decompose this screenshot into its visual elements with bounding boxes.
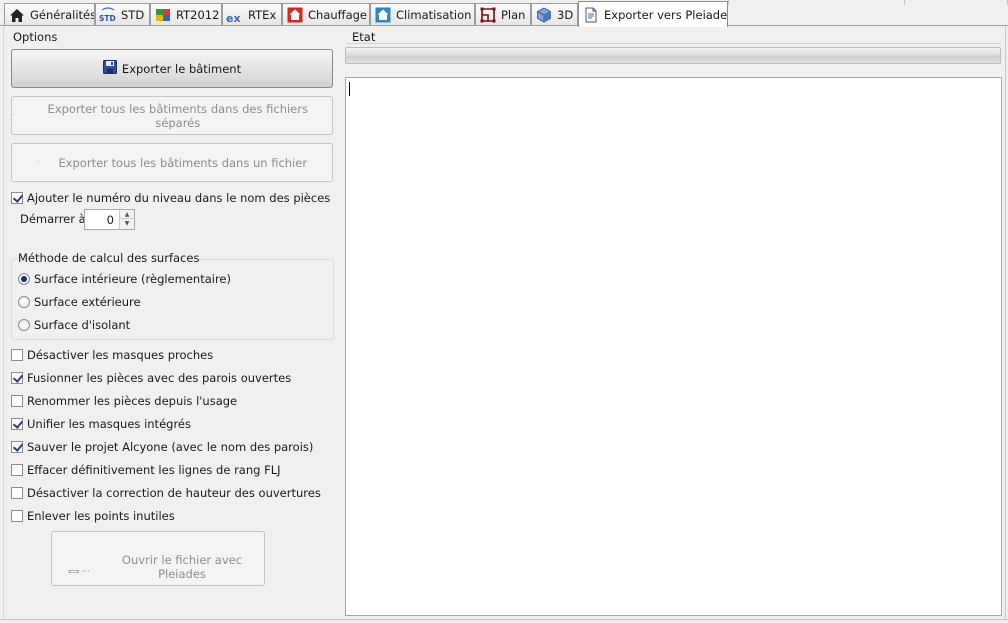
panel-left-edge bbox=[3, 26, 4, 620]
start-at-label: Démarrer à bbox=[20, 212, 86, 226]
tab-chauffage[interactable]: Chauffage bbox=[282, 3, 370, 26]
spin-down-arrow-icon[interactable]: ▼ bbox=[120, 219, 134, 228]
rt2012-icon bbox=[154, 7, 172, 23]
rtex-icon: ex bbox=[226, 7, 244, 23]
options-title: Options bbox=[13, 30, 58, 44]
checkbox[interactable] bbox=[11, 349, 23, 361]
radio-button[interactable] bbox=[18, 319, 30, 331]
tab-label: Exporter vers Pleiades bbox=[604, 7, 728, 22]
rtex-icon-text: ex bbox=[226, 12, 241, 23]
radio-label: Surface extérieure bbox=[34, 295, 141, 309]
radio-surface-isolant[interactable]: Surface d'isolant bbox=[18, 317, 130, 333]
plan-icon bbox=[479, 7, 497, 23]
add-level-number-row[interactable]: Ajouter le numéro du niveau dans le nom … bbox=[11, 190, 330, 206]
option-enlever-points-inutiles[interactable]: Enlever les points inutiles bbox=[11, 508, 175, 524]
option-renommer-pieces[interactable]: Renommer les pièces depuis l'usage bbox=[11, 393, 237, 409]
checkbox-label: Unifier les masques intégrés bbox=[27, 417, 191, 431]
radio-surface-exterieure[interactable]: Surface extérieure bbox=[18, 294, 141, 310]
checkbox-label: Fusionner les pièces avec des parois ouv… bbox=[27, 371, 292, 385]
checkbox[interactable] bbox=[11, 418, 23, 430]
checkbox-label: Effacer définitivement les lignes de ran… bbox=[27, 463, 281, 477]
radio-button[interactable] bbox=[18, 296, 30, 308]
tab-bar-edge bbox=[728, 0, 1008, 5]
tab-label: RT2012 bbox=[176, 8, 220, 22]
surface-method-title: Méthode de calcul des surfaces bbox=[18, 251, 200, 265]
export-progress-bar bbox=[345, 47, 1001, 64]
checkbox-label: Renommer les pièces depuis l'usage bbox=[27, 394, 238, 408]
export-building-label: Exporter le bâtiment bbox=[121, 61, 242, 76]
tab-label: Chauffage bbox=[308, 8, 367, 22]
option-effacer-lignes-flj[interactable]: Effacer définitivement les lignes de ran… bbox=[11, 462, 281, 478]
status-divider bbox=[346, 43, 1002, 44]
export-single-icon: · bbox=[36, 158, 40, 167]
tab-3d[interactable]: 3D bbox=[531, 3, 578, 26]
tab-label: 3D bbox=[557, 8, 574, 22]
option-desactiver-masques-proches[interactable]: Désactiver les masques proches bbox=[11, 347, 213, 363]
open-with-pleiades-label: Ouvrir le fichier avec Pleiades bbox=[121, 553, 243, 581]
export-all-separate-label: Exporter tous les bâtiments dans des fic… bbox=[47, 101, 308, 130]
status-title: Etat bbox=[352, 30, 376, 44]
option-unifier-masques[interactable]: Unifier les masques intégrés bbox=[11, 416, 191, 432]
panel-right-edge bbox=[1005, 26, 1006, 620]
radio-label: Surface d'isolant bbox=[34, 318, 131, 332]
export-multi-icon: · bbox=[12, 111, 15, 120]
spin-up-arrow-icon[interactable]: ▲ bbox=[120, 210, 134, 219]
home-icon bbox=[8, 7, 26, 23]
checkbox[interactable] bbox=[11, 441, 23, 453]
tab-plan[interactable]: Plan bbox=[475, 3, 531, 26]
checkbox[interactable] bbox=[11, 464, 23, 476]
checkbox[interactable] bbox=[11, 487, 23, 499]
tab-std[interactable]: STD STD bbox=[95, 3, 150, 26]
pleiades-logo-icon: ⟺ ··· bbox=[68, 567, 90, 576]
checkbox-label: Désactiver les masques proches bbox=[27, 348, 214, 362]
start-at-value: 0 bbox=[106, 213, 114, 227]
export-all-single-button[interactable]: · Exporter tous les bâtiments dans un fi… bbox=[11, 143, 333, 182]
checkbox[interactable] bbox=[11, 510, 23, 522]
tab-label: RTEx bbox=[248, 8, 277, 22]
std-icon: STD bbox=[99, 7, 117, 23]
text-caret bbox=[349, 82, 350, 96]
panel-bottom-edge bbox=[0, 619, 1008, 620]
tab-climatisation[interactable]: Climatisation bbox=[370, 3, 475, 26]
tab-exporter-vers-pleiades[interactable]: Exporter vers Pleiades bbox=[578, 1, 728, 27]
cooling-house-icon bbox=[374, 7, 392, 23]
checkbox-label: Sauver le projet Alcyone (avec le nom de… bbox=[27, 440, 314, 454]
radio-button[interactable] bbox=[18, 273, 30, 285]
export-building-button[interactable]: Exporter le bâtiment bbox=[11, 49, 333, 88]
checkbox[interactable] bbox=[11, 395, 23, 407]
radio-surface-interieure[interactable]: Surface intérieure (règlementaire) bbox=[18, 271, 231, 287]
checkbox-label: Désactiver la correction de hauteur des … bbox=[27, 486, 321, 500]
tab-label: Climatisation bbox=[396, 8, 472, 22]
checkbox-label: Enlever les points inutiles bbox=[27, 509, 175, 523]
option-desactiver-correction-hauteur[interactable]: Désactiver la correction de hauteur des … bbox=[11, 485, 321, 501]
option-sauver-projet-alcyone[interactable]: Sauver le projet Alcyone (avec le nom de… bbox=[11, 439, 313, 455]
export-all-separate-button[interactable]: · Exporter tous les bâtiments dans des f… bbox=[11, 96, 333, 135]
tab-bar: Généralités STD STD RT2012 ex RTEx Chauf… bbox=[0, 0, 1008, 27]
tab-rtex[interactable]: ex RTEx bbox=[222, 3, 282, 26]
add-level-number-checkbox[interactable] bbox=[11, 192, 23, 204]
heating-house-icon bbox=[286, 7, 304, 23]
add-level-number-label: Ajouter le numéro du niveau dans le nom … bbox=[27, 191, 331, 205]
std-icon-text: STD bbox=[99, 14, 116, 23]
tab-label: Plan bbox=[501, 8, 526, 22]
tab-generalites[interactable]: Généralités bbox=[4, 3, 95, 26]
export-all-single-label: Exporter tous les bâtiments dans un fich… bbox=[58, 155, 308, 170]
spin-buttons: ▲ ▼ bbox=[119, 210, 134, 229]
open-with-pleiades-button[interactable]: ⟺ ··· Ouvrir le fichier avec Pleiades bbox=[51, 531, 265, 586]
tab-label: Généralités bbox=[30, 8, 95, 22]
option-fusionner-pieces[interactable]: Fusionner les pièces avec des parois ouv… bbox=[11, 370, 291, 386]
cube-3d-icon bbox=[535, 7, 553, 23]
export-document-icon bbox=[582, 7, 600, 23]
start-at-spinbox[interactable]: 0 ▲ ▼ bbox=[84, 209, 135, 230]
save-disk-icon bbox=[102, 60, 117, 77]
tab-bar-divider bbox=[0, 25, 1008, 26]
radio-label: Surface intérieure (règlementaire) bbox=[34, 272, 231, 286]
status-log-textarea[interactable] bbox=[345, 77, 1002, 616]
tab-label: STD bbox=[121, 8, 145, 22]
checkbox[interactable] bbox=[11, 372, 23, 384]
tab-rt2012[interactable]: RT2012 bbox=[150, 3, 222, 26]
